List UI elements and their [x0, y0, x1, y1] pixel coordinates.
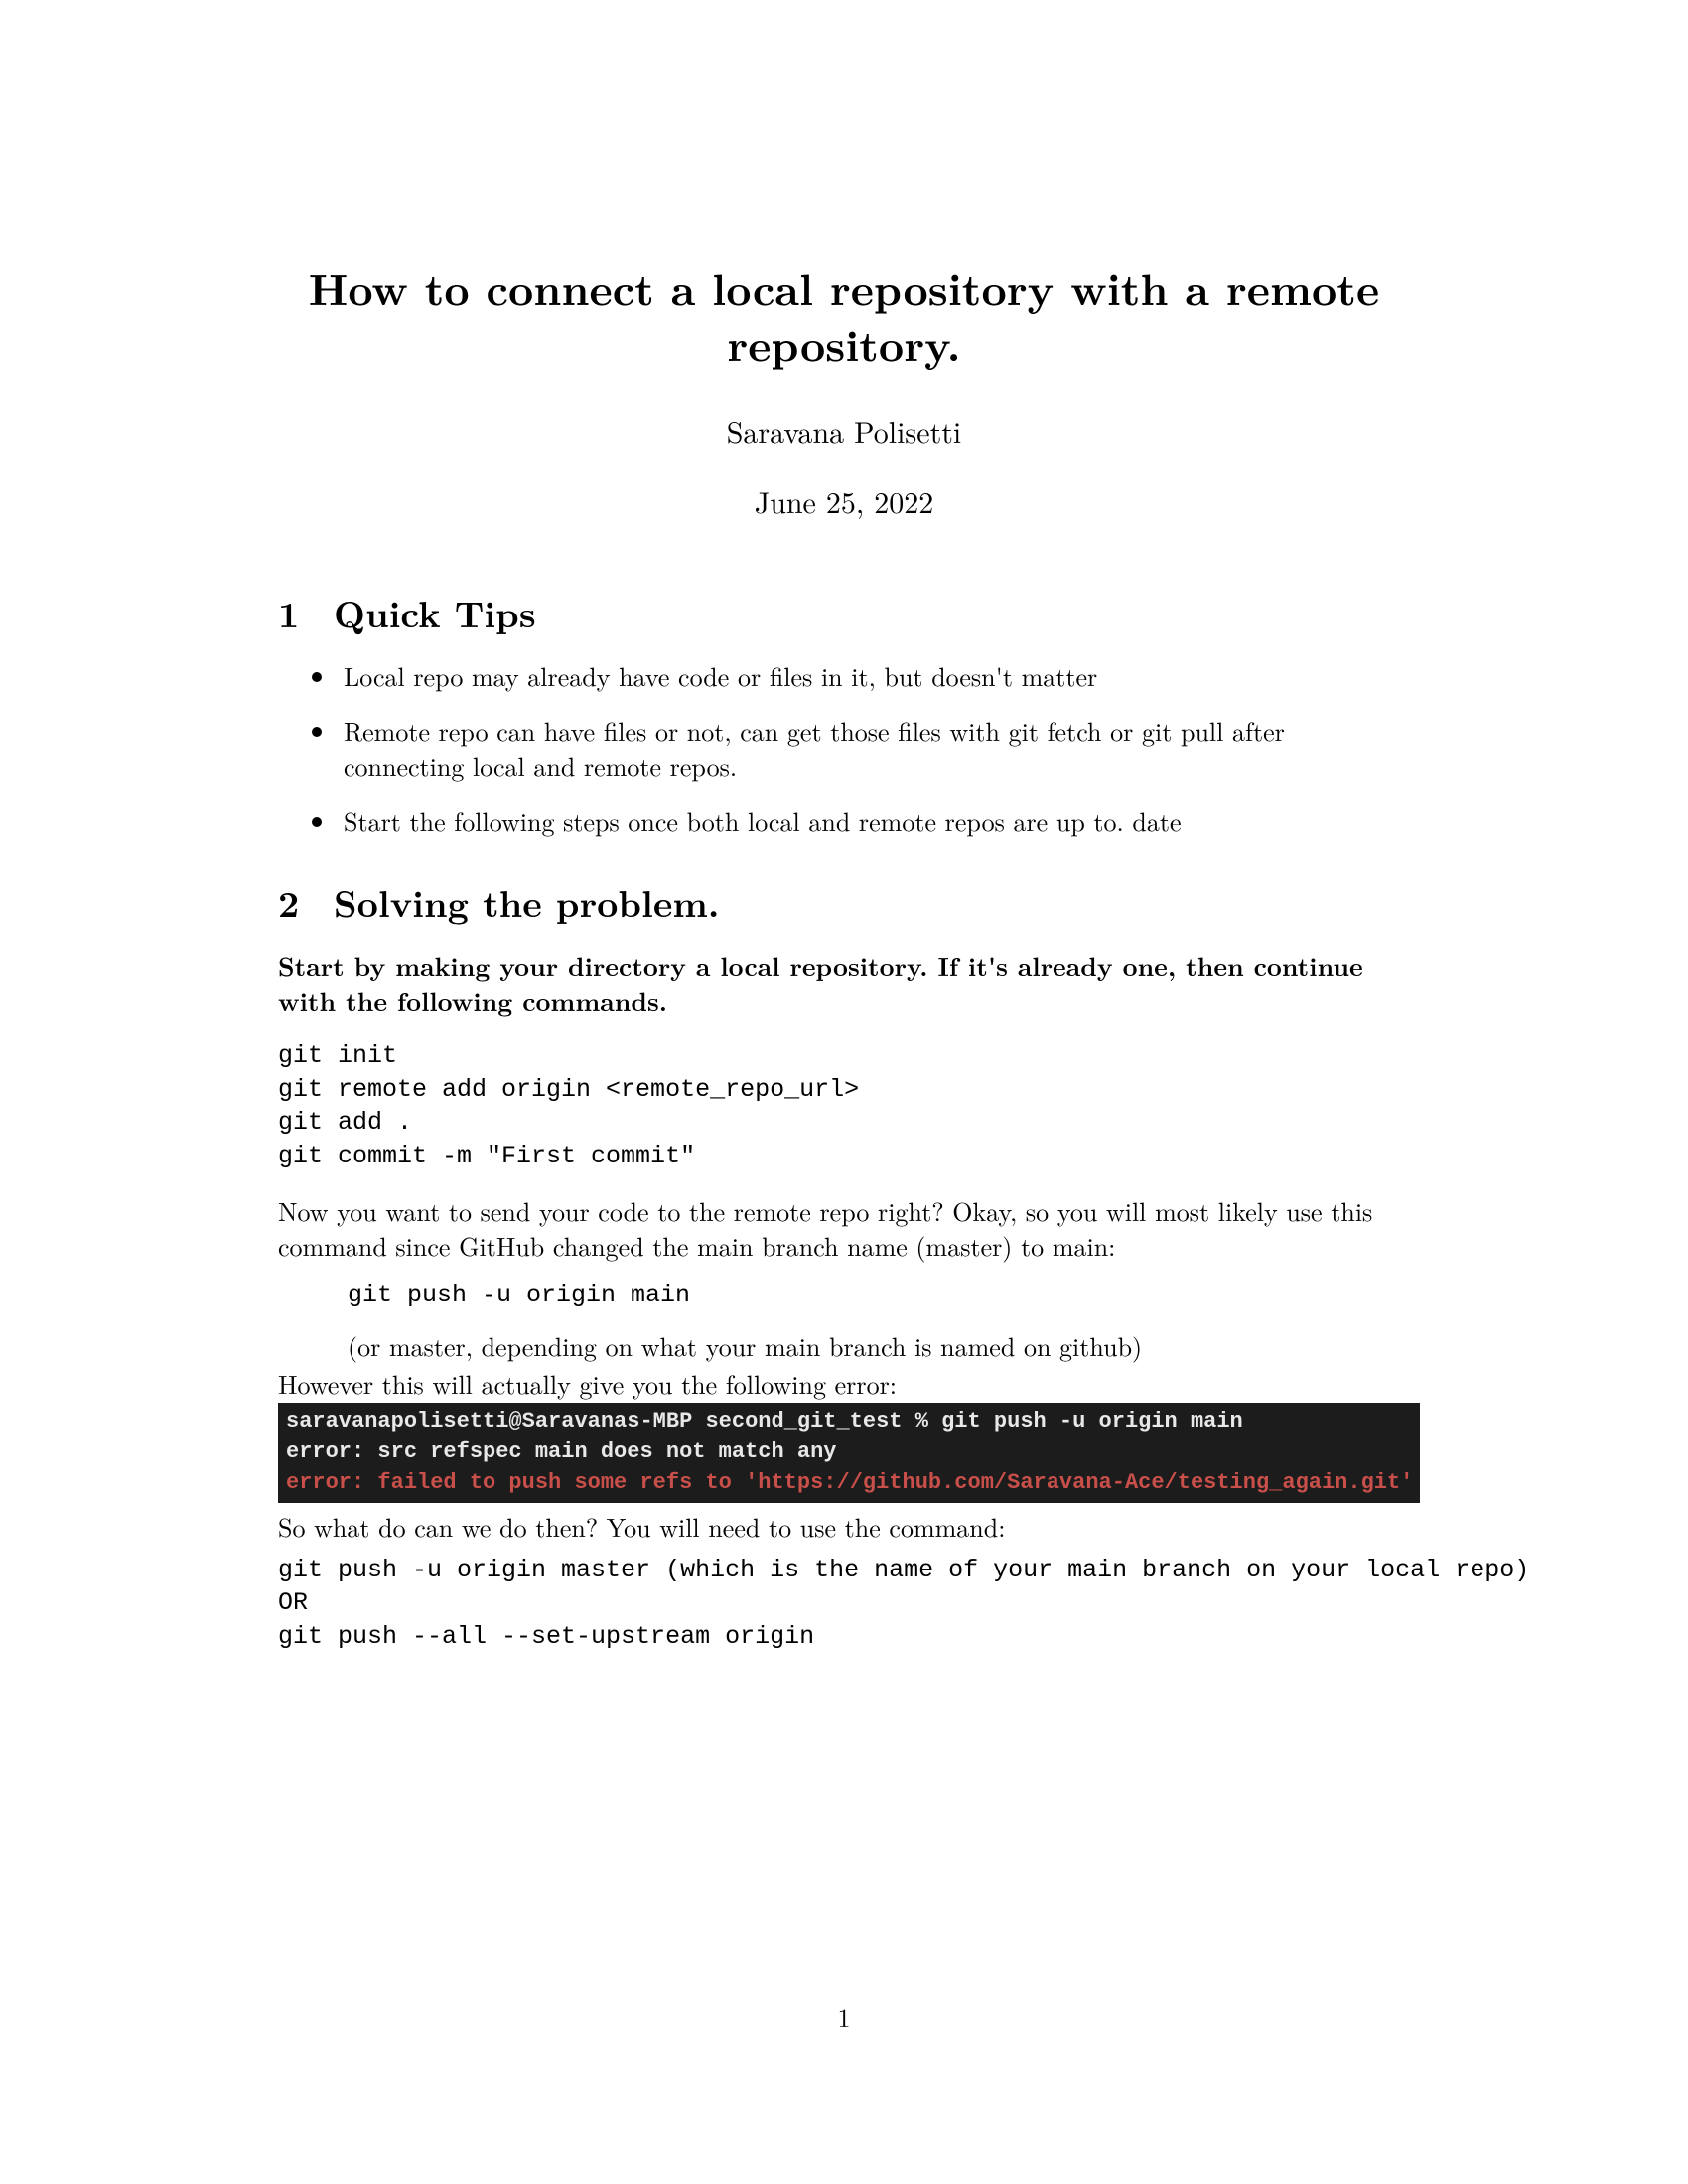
section-1-title: Quick Tips	[334, 586, 536, 638]
list-item: Local repo may already have code or file…	[338, 658, 1410, 693]
document-page: How to connect a local repository with a…	[0, 0, 1688, 2184]
terminal-error-line: error: failed to push some refs to 'http…	[286, 1470, 1413, 1495]
code-block-init: git init git remote add origin <remote_r…	[278, 1039, 1410, 1173]
tips-list: Local repo may already have code or file…	[298, 658, 1410, 837]
page-number: 1	[0, 1998, 1688, 2035]
document-title: How to connect a local repository with a…	[278, 258, 1410, 371]
code-block-push-alt: git push -u origin master (which is the …	[278, 1554, 1410, 1654]
section-2-number: 2	[278, 876, 334, 928]
intro-paragraph: Start by making your directory a local r…	[278, 948, 1410, 1018]
section-1-heading: 1Quick Tips	[278, 586, 1410, 638]
section-2-heading: 2Solving the problem.	[278, 876, 1410, 928]
document-author: Saravana Polisetti	[278, 409, 1410, 452]
section-2-title: Solving the problem.	[334, 876, 720, 928]
terminal-line: error: src refspec main does not match a…	[286, 1439, 837, 1464]
terminal-line: saravanapolisetti@Saravanas-MBP second_g…	[286, 1409, 1243, 1433]
terminal-output: saravanapolisetti@Saravanas-MBP second_g…	[278, 1403, 1420, 1502]
paragraph: However this will actually give you the …	[278, 1366, 1410, 1401]
paragraph: So what do can we do then? You will need…	[278, 1509, 1410, 1544]
list-item: Start the following steps once both loca…	[338, 803, 1410, 838]
push-note: (or master, depending on what your main …	[348, 1327, 1410, 1364]
paragraph: Now you want to send your code to the re…	[278, 1193, 1410, 1263]
code-push-command: git push -u origin main	[348, 1281, 1410, 1309]
list-item: Remote repo can have files or not, can g…	[338, 713, 1410, 782]
section-1-number: 1	[278, 586, 334, 638]
document-date: June 25, 2022	[278, 479, 1410, 522]
